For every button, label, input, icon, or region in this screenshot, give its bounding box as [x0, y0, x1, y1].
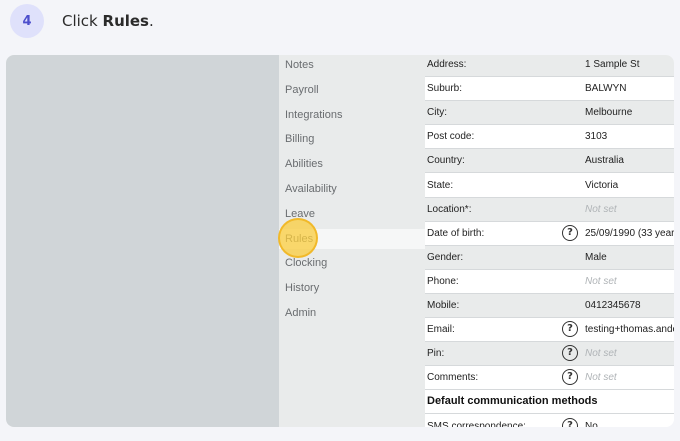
step-instruction: Click Rules. — [62, 12, 154, 30]
detail-value: BALWYN — [585, 83, 627, 94]
section-title: Default communication methods — [425, 390, 674, 414]
detail-label: Email: — [427, 324, 455, 335]
detail-row: Address: 1 Sample St — [425, 55, 674, 77]
detail-value: 25/09/1990 (33 years) — [585, 228, 674, 239]
nav-item-history[interactable]: History — [285, 278, 319, 298]
detail-value: Not set — [585, 348, 617, 359]
detail-value: Australia — [585, 155, 624, 166]
step-number-badge: 4 — [10, 4, 44, 38]
detail-value: Not set — [585, 204, 617, 215]
detail-row: Pin:? Not set — [425, 342, 674, 366]
detail-value: 0412345678 — [585, 300, 641, 311]
detail-row: Suburb: BALWYN — [425, 77, 674, 101]
click-highlight-marker — [278, 218, 318, 258]
nav-item-admin[interactable]: Admin — [285, 303, 316, 323]
detail-row: Phone: Not set — [425, 270, 674, 294]
detail-value: Not set — [585, 372, 617, 383]
nav-item-availability[interactable]: Availability — [285, 179, 337, 199]
step-header: 4 Click Rules. — [10, 4, 154, 38]
nav-item-notes[interactable]: Notes — [285, 55, 314, 75]
detail-row: State: Victoria — [425, 174, 674, 198]
nav-item-billing[interactable]: Billing — [285, 129, 314, 149]
detail-row: Mobile: 0412345678 — [425, 294, 674, 318]
detail-row: Email:? testing+thomas.anderson — [425, 318, 674, 342]
step-prefix: Click — [62, 12, 103, 30]
detail-row: Gender: Male — [425, 246, 674, 270]
nav-item-payroll[interactable]: Payroll — [285, 80, 319, 100]
detail-value: Melbourne — [585, 107, 633, 118]
detail-value: 1 Sample St — [585, 59, 640, 70]
nav-item-abilities[interactable]: Abilities — [285, 154, 323, 174]
detail-label: Address: — [427, 59, 467, 70]
detail-label: Date of birth: — [427, 228, 485, 239]
detail-label: Country: — [427, 155, 465, 166]
step-suffix: . — [149, 12, 154, 30]
detail-row: Location*: Not set — [425, 198, 674, 222]
detail-row: Post code: 3103 — [425, 125, 674, 149]
detail-row: City: Melbourne — [425, 101, 674, 125]
detail-value: testing+thomas.anderson — [585, 324, 674, 335]
detail-row: Country: Australia — [425, 149, 674, 173]
detail-value: 3103 — [585, 131, 608, 142]
app-screenshot: Notes Payroll Integrations Billing Abilities… — [6, 55, 674, 427]
detail-label: Pin: — [427, 348, 445, 359]
help-circle-icon[interactable]: ? — [562, 369, 578, 385]
employee-details-table: Address: 1 Sample St Suburb: BALWYN City: Mel… — [425, 55, 674, 427]
detail-label: Mobile: — [427, 300, 460, 311]
detail-label: Location*: — [427, 204, 472, 215]
detail-value: No — [585, 421, 598, 427]
detail-label: Comments: — [427, 372, 479, 383]
detail-value: Not set — [585, 276, 617, 287]
detail-label: City: — [427, 107, 447, 118]
help-circle-icon[interactable]: ? — [562, 225, 578, 241]
help-circle-icon[interactable]: ? — [562, 418, 578, 427]
detail-row: Date of birth:? 25/09/1990 (33 years) — [425, 222, 674, 246]
detail-label: SMS correspondence: — [427, 421, 526, 427]
detail-value: Male — [585, 252, 607, 263]
detail-row: SMS correspondence:? No — [425, 415, 674, 427]
detail-row: Comments:? Not set — [425, 366, 674, 390]
detail-label: Suburb: — [427, 83, 463, 94]
detail-value: Victoria — [585, 180, 619, 191]
nav-item-integrations[interactable]: Integrations — [285, 105, 342, 125]
help-circle-icon[interactable]: ? — [562, 345, 578, 361]
step-target: Rules — [102, 12, 149, 30]
help-circle-icon[interactable]: ? — [562, 321, 578, 337]
detail-label: Post code: — [427, 131, 475, 142]
detail-label: Phone: — [427, 276, 459, 287]
detail-label: Gender: — [427, 252, 464, 263]
detail-label: State: — [427, 180, 454, 191]
left-panel — [6, 55, 279, 427]
